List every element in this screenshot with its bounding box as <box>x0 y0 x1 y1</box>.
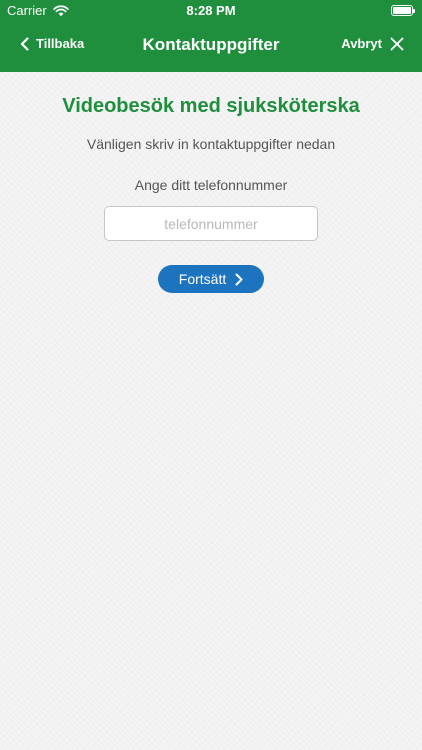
continue-label: Fortsätt <box>178 271 227 287</box>
status-bar: Carrier 8:28 PM <box>0 0 422 22</box>
app-header: Carrier 8:28 PM Tillbaka Kontaktuppgifte… <box>0 0 422 72</box>
cancel-button[interactable]: Avbryt <box>341 36 404 51</box>
continue-button[interactable]: Fortsätt <box>158 265 264 293</box>
chevron-right-icon <box>235 273 243 286</box>
battery-level <box>393 7 411 14</box>
phone-field-label: Ange ditt telefonnummer <box>134 177 288 193</box>
phone-number-input[interactable] <box>104 206 318 241</box>
battery-icon <box>391 5 415 16</box>
navigation-bar: Tillbaka Kontaktuppgifter Avbryt <box>0 22 422 72</box>
form-heading: Videobesök med sjuksköterska <box>62 95 360 117</box>
close-icon <box>390 37 404 51</box>
cancel-label: Avbryt <box>341 36 382 51</box>
status-time: 8:28 PM <box>186 3 236 18</box>
form-instructions: Vänligen skriv in kontaktuppgifter nedan <box>86 136 336 152</box>
